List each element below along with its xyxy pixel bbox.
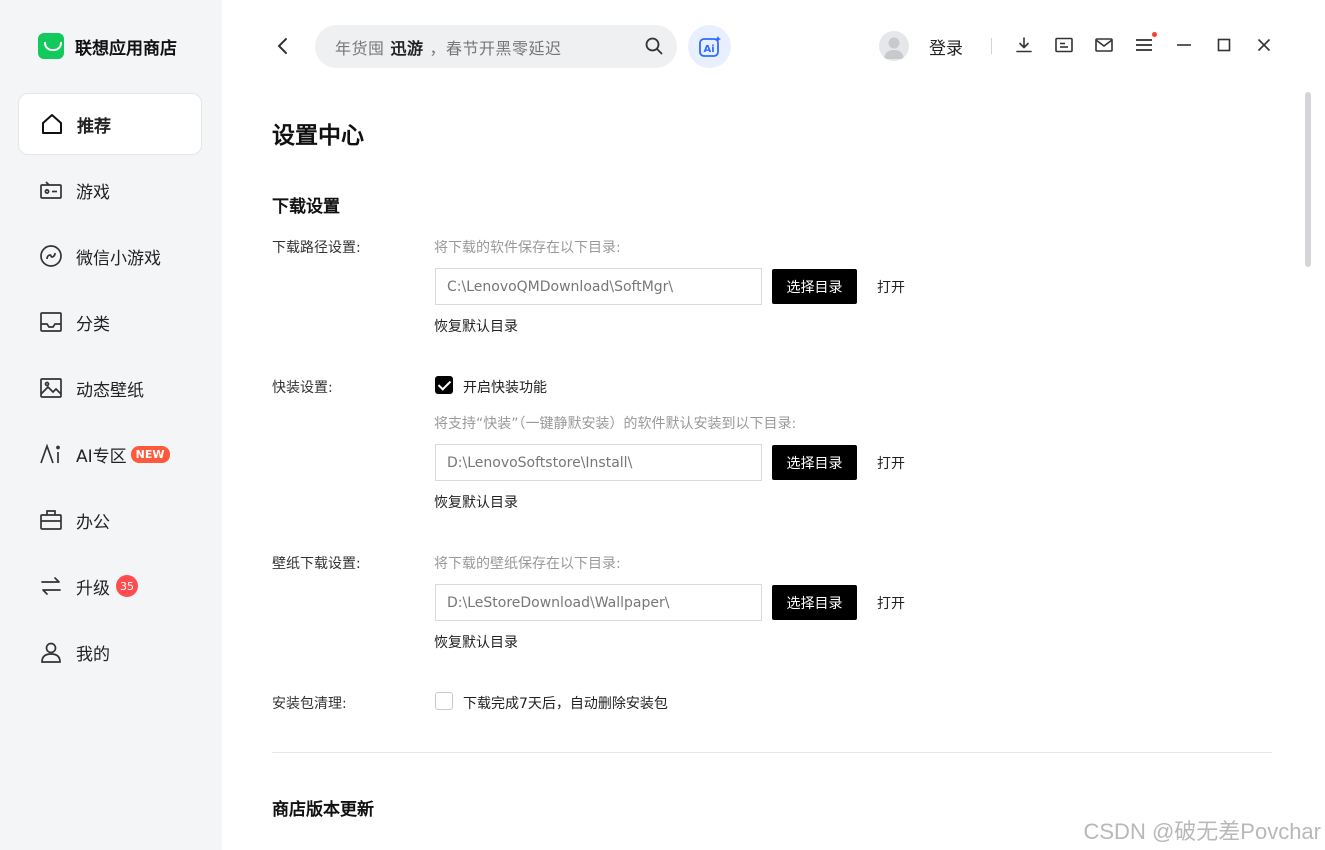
sidebar: 联想应用商店 推荐 游戏 微信小游戏 分类 动态壁纸 AI专区 NEW 办公 升… <box>0 0 222 850</box>
sidebar-item-ai-zone[interactable]: AI专区 NEW <box>18 423 202 485</box>
wallpaper-path-hint: 将下载的壁纸保存在以下目录: <box>434 556 621 572</box>
sidebar-item-label: AI专区 <box>76 446 127 467</box>
download-path-label: 下载路径设置: <box>272 240 361 256</box>
user-icon <box>38 640 63 665</box>
wechat-game-icon <box>38 244 63 269</box>
quick-install-choose-button[interactable]: 选择目录 <box>772 445 857 480</box>
download-settings-heading: 下载设置 <box>272 197 340 217</box>
download-path-restore-link[interactable]: 恢复默认目录 <box>434 316 518 336</box>
sidebar-item-label: 分类 <box>76 314 110 335</box>
minimize-icon <box>1177 44 1191 46</box>
quick-install-enable-label[interactable]: 开启快装功能 <box>463 377 547 397</box>
back-button[interactable] <box>270 33 296 59</box>
download-path-open-link[interactable]: 打开 <box>877 277 905 297</box>
avatar[interactable] <box>879 31 909 61</box>
wallpaper-path-label: 壁纸下载设置: <box>272 556 361 572</box>
svg-text:Ai: Ai <box>703 44 714 55</box>
category-icon <box>38 310 63 335</box>
sidebar-item-label: 我的 <box>76 644 110 665</box>
store-bag-logo-icon <box>38 33 64 59</box>
quick-install-path-input[interactable] <box>435 444 762 481</box>
quick-install-restore-link[interactable]: 恢复默认目录 <box>434 492 518 512</box>
maximize-icon <box>1217 38 1231 52</box>
ai-icon <box>38 442 63 467</box>
quick-install-hint: 将支持“快装”（一键静默安装）的软件默认安装到以下目录: <box>434 416 797 432</box>
main-menu-button[interactable] <box>1132 32 1157 57</box>
watermark: CSDN @破无差Povchar <box>1083 819 1322 844</box>
package-cleanup-option-label[interactable]: 下载完成7天后，自动删除安装包 <box>463 693 668 713</box>
sidebar-nav: 推荐 游戏 微信小游戏 分类 动态壁纸 AI专区 NEW 办公 升级 35 我的 <box>18 93 202 687</box>
search-bar[interactable]: 年货囤 迅游 ，春节开黑零延迟 <box>315 25 677 68</box>
chevron-left-icon <box>277 38 287 54</box>
wallpaper-path-choose-button[interactable]: 选择目录 <box>772 585 857 620</box>
store-update-heading: 商店版本更新 <box>272 800 374 820</box>
sidebar-item-games[interactable]: 游戏 <box>18 159 202 221</box>
package-cleanup-label: 安装包清理: <box>272 696 347 712</box>
game-icon <box>38 178 63 203</box>
mail-button[interactable] <box>1092 33 1116 57</box>
search-icon[interactable] <box>645 37 663 59</box>
sidebar-item-wechat-games[interactable]: 微信小游戏 <box>18 225 202 287</box>
ai-assistant-button[interactable]: Ai <box>688 25 731 68</box>
message-box-icon <box>1055 37 1073 53</box>
sidebar-item-label: 办公 <box>76 512 110 533</box>
scrollbar-thumb[interactable] <box>1305 92 1311 267</box>
download-path-choose-button[interactable]: 选择目录 <box>772 269 857 304</box>
sidebar-item-category[interactable]: 分类 <box>18 291 202 353</box>
new-badge: NEW <box>130 445 170 463</box>
close-icon <box>1257 38 1271 52</box>
sidebar-item-label: 升级 <box>76 578 110 599</box>
notification-dot <box>1152 32 1157 37</box>
page-title: 设置中心 <box>272 123 364 149</box>
sidebar-item-recommend[interactable]: 推荐 <box>18 93 202 155</box>
home-icon <box>39 112 64 137</box>
section-divider <box>272 752 1272 753</box>
toolbar-divider <box>991 38 992 54</box>
quick-install-open-link[interactable]: 打开 <box>877 453 905 473</box>
sidebar-item-label: 微信小游戏 <box>76 248 161 269</box>
maximize-button[interactable] <box>1212 33 1236 57</box>
sidebar-item-label: 游戏 <box>76 182 110 203</box>
quick-install-label: 快装设置: <box>272 380 333 396</box>
sidebar-item-office[interactable]: 办公 <box>18 489 202 551</box>
briefcase-icon <box>38 508 63 533</box>
sidebar-item-label: 推荐 <box>77 116 111 137</box>
app-name: 联想应用商店 <box>75 38 177 59</box>
download-path-hint: 将下载的软件保存在以下目录: <box>434 240 621 256</box>
hamburger-menu-icon <box>1136 39 1152 51</box>
wallpaper-path-input[interactable] <box>435 584 762 621</box>
download-path-input[interactable] <box>435 268 762 305</box>
wallpaper-path-restore-link[interactable]: 恢复默认目录 <box>434 632 518 652</box>
sidebar-item-mine[interactable]: 我的 <box>18 621 202 683</box>
minimize-button[interactable] <box>1172 33 1196 57</box>
download-icon <box>1016 37 1032 53</box>
quick-install-checkbox[interactable] <box>435 376 453 394</box>
sidebar-item-wallpaper[interactable]: 动态壁纸 <box>18 357 202 419</box>
update-count-badge: 35 <box>116 575 138 597</box>
mail-icon <box>1095 38 1113 52</box>
search-placeholder: 年货囤 迅游 ，春节开黑零延迟 <box>335 38 562 58</box>
user-avatar-icon <box>884 37 904 59</box>
close-button[interactable] <box>1252 33 1276 57</box>
download-manager-button[interactable] <box>1012 33 1036 57</box>
wallpaper-path-open-link[interactable]: 打开 <box>877 593 905 613</box>
wallpaper-icon <box>38 376 63 401</box>
package-cleanup-checkbox[interactable] <box>435 692 453 710</box>
sidebar-item-label: 动态壁纸 <box>76 380 144 401</box>
upgrade-icon <box>38 574 63 599</box>
brand: 联想应用商店 <box>38 33 177 59</box>
messages-button[interactable] <box>1052 33 1076 57</box>
sidebar-item-upgrade[interactable]: 升级 35 <box>18 555 202 617</box>
ai-sparkle-icon: Ai <box>698 35 721 57</box>
login-link[interactable]: 登录 <box>929 34 963 59</box>
